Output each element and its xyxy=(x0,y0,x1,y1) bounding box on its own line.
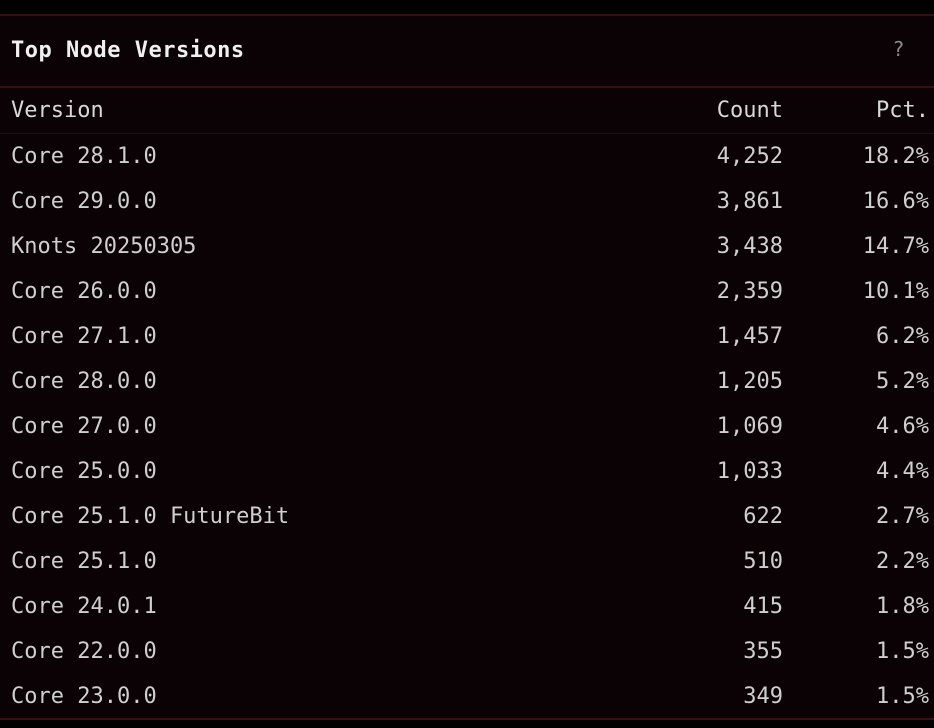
cell-count: 510 xyxy=(743,549,783,574)
help-icon[interactable]: ? xyxy=(893,37,904,61)
column-header-count[interactable]: Count xyxy=(631,88,783,134)
cell-pct: 1.5% xyxy=(876,684,929,709)
versions-table: Version Count Pct. Core 28.1.0 4,252 18.2%… xyxy=(0,88,934,719)
cell-count: 4,252 xyxy=(716,144,783,169)
table-row: Core 25.0.0 1,033 4.4% xyxy=(0,449,934,494)
cell-version: Core 23.0.0 xyxy=(11,684,157,709)
cell-version: Knots 20250305 xyxy=(11,234,197,259)
table-row: Core 28.1.0 4,252 18.2% xyxy=(0,134,934,180)
table-row: Core 29.0.0 3,861 16.6% xyxy=(0,179,934,224)
table-header-row: Version Count Pct. xyxy=(0,88,934,134)
cell-pct: 10.1% xyxy=(862,279,929,304)
column-header-pct[interactable]: Pct. xyxy=(783,88,934,134)
cell-count: 3,861 xyxy=(716,189,783,214)
cell-version: Core 29.0.0 xyxy=(11,189,157,214)
column-header-version[interactable]: Version xyxy=(0,88,631,134)
table-row: Knots 20250305 3,438 14.7% xyxy=(0,224,934,269)
table-row: Core 22.0.0 355 1.5% xyxy=(0,629,934,674)
table-row: Core 24.0.1 415 1.8% xyxy=(0,584,934,629)
table-row: Core 26.0.0 2,359 10.1% xyxy=(0,269,934,314)
cell-pct: 2.7% xyxy=(876,504,929,529)
cell-count: 2,359 xyxy=(716,279,783,304)
cell-count: 349 xyxy=(743,684,783,709)
table-body: Core 28.1.0 4,252 18.2% Core 29.0.0 3,861 16.… xyxy=(0,134,934,720)
cell-count: 3,438 xyxy=(716,234,783,259)
cell-version: Core 27.1.0 xyxy=(11,324,157,349)
cell-pct: 14.7% xyxy=(862,234,929,259)
table-row: Core 27.0.0 1,069 4.6% xyxy=(0,404,934,449)
cell-version: Core 25.1.0 xyxy=(11,549,157,574)
table-row: Core 25.1.0 FutureBit 622 2.7% xyxy=(0,494,934,539)
cell-count: 1,069 xyxy=(716,414,783,439)
table-row: Core 27.1.0 1,457 6.2% xyxy=(0,314,934,359)
cell-pct: 1.8% xyxy=(876,594,929,619)
table-row: Core 28.0.0 1,205 5.2% xyxy=(0,359,934,404)
cell-count: 1,457 xyxy=(716,324,783,349)
cell-pct: 4.6% xyxy=(876,414,929,439)
cell-pct: 1.5% xyxy=(876,639,929,664)
cell-version: Core 27.0.0 xyxy=(11,414,157,439)
cell-count: 1,205 xyxy=(716,369,783,394)
cell-pct: 6.2% xyxy=(876,324,929,349)
cell-pct: 2.2% xyxy=(876,549,929,574)
cell-version: Core 25.0.0 xyxy=(11,459,157,484)
cell-version: Core 24.0.1 xyxy=(11,594,157,619)
cell-pct: 18.2% xyxy=(862,144,929,169)
cell-pct: 4.4% xyxy=(876,459,929,484)
top-node-versions-panel: Top Node Versions ? Version Count Pct. C… xyxy=(0,14,934,720)
panel-title: Top Node Versions xyxy=(11,38,245,63)
cell-version: Core 22.0.0 xyxy=(11,639,157,664)
cell-count: 622 xyxy=(743,504,783,529)
cell-pct: 16.6% xyxy=(862,189,929,214)
cell-count: 355 xyxy=(743,639,783,664)
cell-count: 415 xyxy=(743,594,783,619)
cell-version: Core 28.1.0 xyxy=(11,144,157,169)
panel-header: Top Node Versions ? xyxy=(0,16,934,88)
cell-pct: 5.2% xyxy=(876,369,929,394)
table-row: Core 25.1.0 510 2.2% xyxy=(0,539,934,584)
cell-version: Core 25.1.0 FutureBit xyxy=(11,504,290,529)
table-row: Core 23.0.0 349 1.5% xyxy=(0,674,934,719)
cell-version: Core 28.0.0 xyxy=(11,369,157,394)
cell-count: 1,033 xyxy=(716,459,783,484)
cell-version: Core 26.0.0 xyxy=(11,279,157,304)
